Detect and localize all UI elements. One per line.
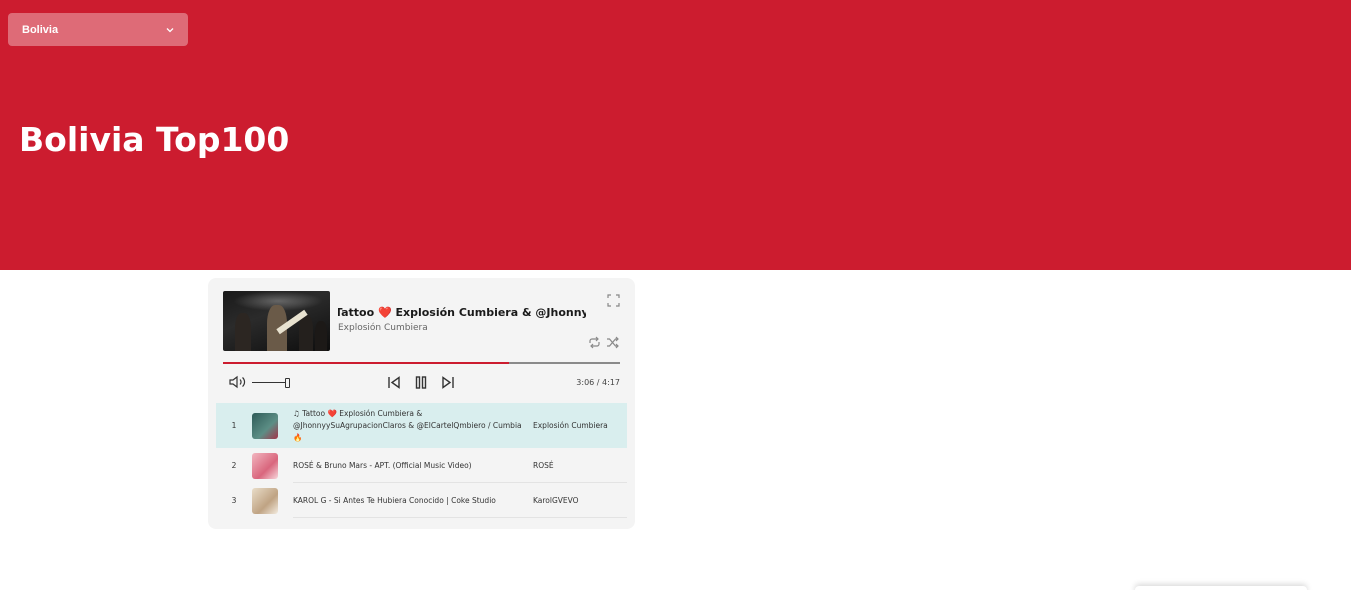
track-thumbnail bbox=[252, 412, 278, 439]
volume-icon[interactable] bbox=[228, 374, 248, 390]
track-artist: KarolGVEVO bbox=[533, 496, 579, 505]
time-display: 3:06 / 4:17 bbox=[576, 378, 620, 387]
country-select-value: Bolivia bbox=[22, 23, 59, 36]
skip-previous-icon[interactable] bbox=[386, 374, 402, 390]
track-number: 1 bbox=[231, 421, 237, 430]
chevron-down-icon bbox=[166, 26, 174, 34]
repeat-icon[interactable] bbox=[586, 334, 602, 350]
track-title: ♫ Tattoo ❤️ Explosión Cumbiera & @Jhonny… bbox=[293, 408, 522, 442]
track-title: KAROL G - Si Antes Te Hubiera Conocido |… bbox=[293, 495, 496, 505]
pause-icon[interactable] bbox=[413, 374, 429, 390]
page-title: Bolivia Top100 bbox=[19, 120, 290, 159]
progress-bar[interactable] bbox=[223, 362, 620, 364]
now-playing-artist: Explosión Cumbiera bbox=[338, 323, 428, 333]
volume-slider[interactable] bbox=[252, 382, 288, 383]
floating-panel-edge bbox=[1135, 586, 1307, 590]
now-playing-title-container: Tattoo ❤️ Explosión Cumbiera & @JhonnyyS… bbox=[338, 306, 586, 322]
track-row[interactable]: 2 ROSÉ & Bruno Mars - APT. (Official Mus… bbox=[216, 448, 627, 483]
progress-fill bbox=[223, 362, 509, 364]
volume-slider-handle[interactable] bbox=[285, 378, 290, 388]
shuffle-icon[interactable] bbox=[604, 334, 620, 350]
row-divider bbox=[293, 517, 627, 518]
music-player: Tattoo ❤️ Explosión Cumbiera & @JhonnyyS… bbox=[208, 278, 635, 529]
track-artist: Explosión Cumbiera bbox=[533, 421, 608, 430]
track-row[interactable]: 3 KAROL G - Si Antes Te Hubiera Conocido… bbox=[216, 483, 627, 518]
track-row[interactable]: 1 ♫ Tattoo ❤️ Explosión Cumbiera & @Jhon… bbox=[216, 403, 627, 448]
skip-next-icon[interactable] bbox=[440, 374, 456, 390]
track-thumbnail bbox=[252, 487, 278, 514]
now-playing-thumbnail bbox=[223, 291, 330, 351]
now-playing-title: Tattoo ❤️ Explosión Cumbiera & @JhonnyyS… bbox=[338, 306, 586, 319]
track-title: ROSÉ & Bruno Mars - APT. (Official Music… bbox=[293, 460, 472, 470]
fullscreen-icon[interactable] bbox=[605, 292, 621, 308]
track-number: 2 bbox=[231, 461, 237, 470]
country-select[interactable]: Bolivia bbox=[8, 13, 188, 46]
track-artist: ROSÉ bbox=[533, 461, 554, 470]
track-number: 3 bbox=[231, 496, 237, 505]
track-list: 1 ♫ Tattoo ❤️ Explosión Cumbiera & @Jhon… bbox=[216, 403, 627, 518]
track-thumbnail bbox=[252, 452, 278, 479]
header-banner: Bolivia Bolivia Top100 bbox=[0, 0, 1351, 270]
